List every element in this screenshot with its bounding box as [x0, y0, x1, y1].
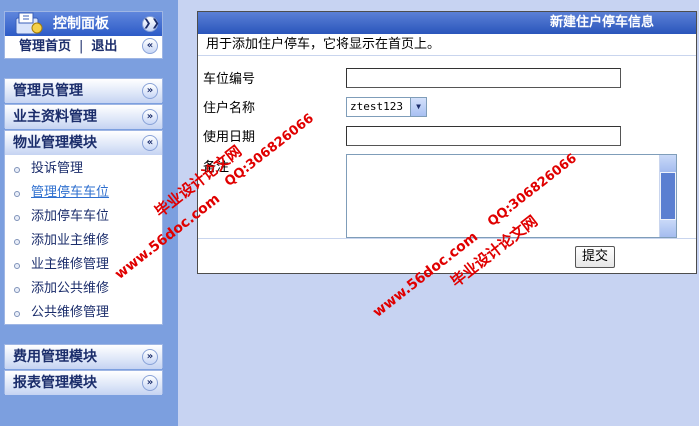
scroll-thumb[interactable]	[661, 173, 675, 219]
section-admin-label: 管理员管理	[13, 83, 83, 99]
sidebar: 控制面板 ❯❯ 管理首页 | 退出 « 管理员管理 » 业主资料管理 » 物业管理模…	[0, 0, 178, 426]
form-title: 新建住户停车信息	[198, 12, 696, 34]
section-fees-label: 费用管理模块	[13, 349, 97, 365]
home-link[interactable]: 管理首页	[19, 39, 71, 54]
collapse-icon[interactable]: ❯❯	[142, 16, 160, 32]
menu-item-add-parking[interactable]: 添加停车车位	[5, 205, 162, 229]
chevron-down-icon[interactable]: ▼	[410, 98, 426, 116]
expand-icon[interactable]: »	[142, 349, 158, 365]
control-panel-icon	[15, 12, 43, 35]
logout-link[interactable]: 退出	[91, 39, 117, 54]
section-fees-header[interactable]: 费用管理模块 »	[5, 345, 162, 369]
submit-button[interactable]: 提交	[575, 246, 615, 268]
section-admin-header[interactable]: 管理员管理 »	[5, 79, 162, 103]
control-panel-title: 控制面板	[53, 16, 109, 32]
menu-item-complaints[interactable]: 投诉管理	[5, 157, 162, 181]
link-separator: |	[79, 39, 84, 54]
scroll-up-icon[interactable]	[660, 155, 676, 172]
scroll-down-icon[interactable]	[660, 220, 676, 237]
section-property-header[interactable]: 物业管理模块 «	[5, 131, 162, 155]
remarks-scrollbar[interactable]	[659, 155, 676, 237]
resident-name-value: ztest123	[350, 100, 403, 113]
collapse-icon[interactable]: «	[142, 135, 158, 151]
space-number-input[interactable]	[346, 68, 621, 88]
section-property: 物业管理模块 « 投诉管理 管理停车车位 添加停车车位 添加业主维修 业主维修管…	[4, 130, 163, 325]
section-owner-label: 业主资料管理	[13, 109, 97, 125]
resident-name-select[interactable]: ztest123 ▼	[346, 97, 427, 117]
section-reports[interactable]: 报表管理模块 »	[4, 370, 163, 395]
menu-item-public-repair-management[interactable]: 公共维修管理	[5, 301, 162, 325]
expand-icon[interactable]: »	[142, 109, 158, 125]
space-number-label: 车位编号	[203, 72, 256, 87]
section-reports-header[interactable]: 报表管理模块 »	[5, 371, 162, 395]
quick-links: 管理首页 | 退出 «	[5, 36, 162, 58]
usage-date-input[interactable]	[346, 126, 621, 146]
control-panel: 控制面板 ❯❯ 管理首页 | 退出 «	[4, 11, 163, 59]
section-admin[interactable]: 管理员管理 »	[4, 78, 163, 103]
collapse-sidebar-icon[interactable]: «	[142, 38, 158, 54]
expand-icon[interactable]: »	[142, 375, 158, 391]
form-description: 用于添加住户停车，它将显示在首页上。	[198, 34, 696, 56]
form-divider	[198, 238, 696, 239]
property-menu: 投诉管理 管理停车车位 添加停车车位 添加业主维修 业主维修管理 添加公共维修 …	[5, 155, 162, 329]
expand-icon[interactable]: »	[142, 83, 158, 99]
control-panel-header: 控制面板 ❯❯	[5, 12, 162, 36]
section-owner-header[interactable]: 业主资料管理 »	[5, 105, 162, 129]
section-fees[interactable]: 费用管理模块 »	[4, 344, 163, 369]
menu-item-add-public-repair[interactable]: 添加公共维修	[5, 277, 162, 301]
section-owner[interactable]: 业主资料管理 »	[4, 104, 163, 129]
section-reports-label: 报表管理模块	[13, 375, 97, 391]
resident-name-label: 住户名称	[203, 101, 256, 116]
section-property-label: 物业管理模块	[13, 135, 97, 151]
menu-item-manage-parking[interactable]: 管理停车车位	[5, 181, 162, 205]
